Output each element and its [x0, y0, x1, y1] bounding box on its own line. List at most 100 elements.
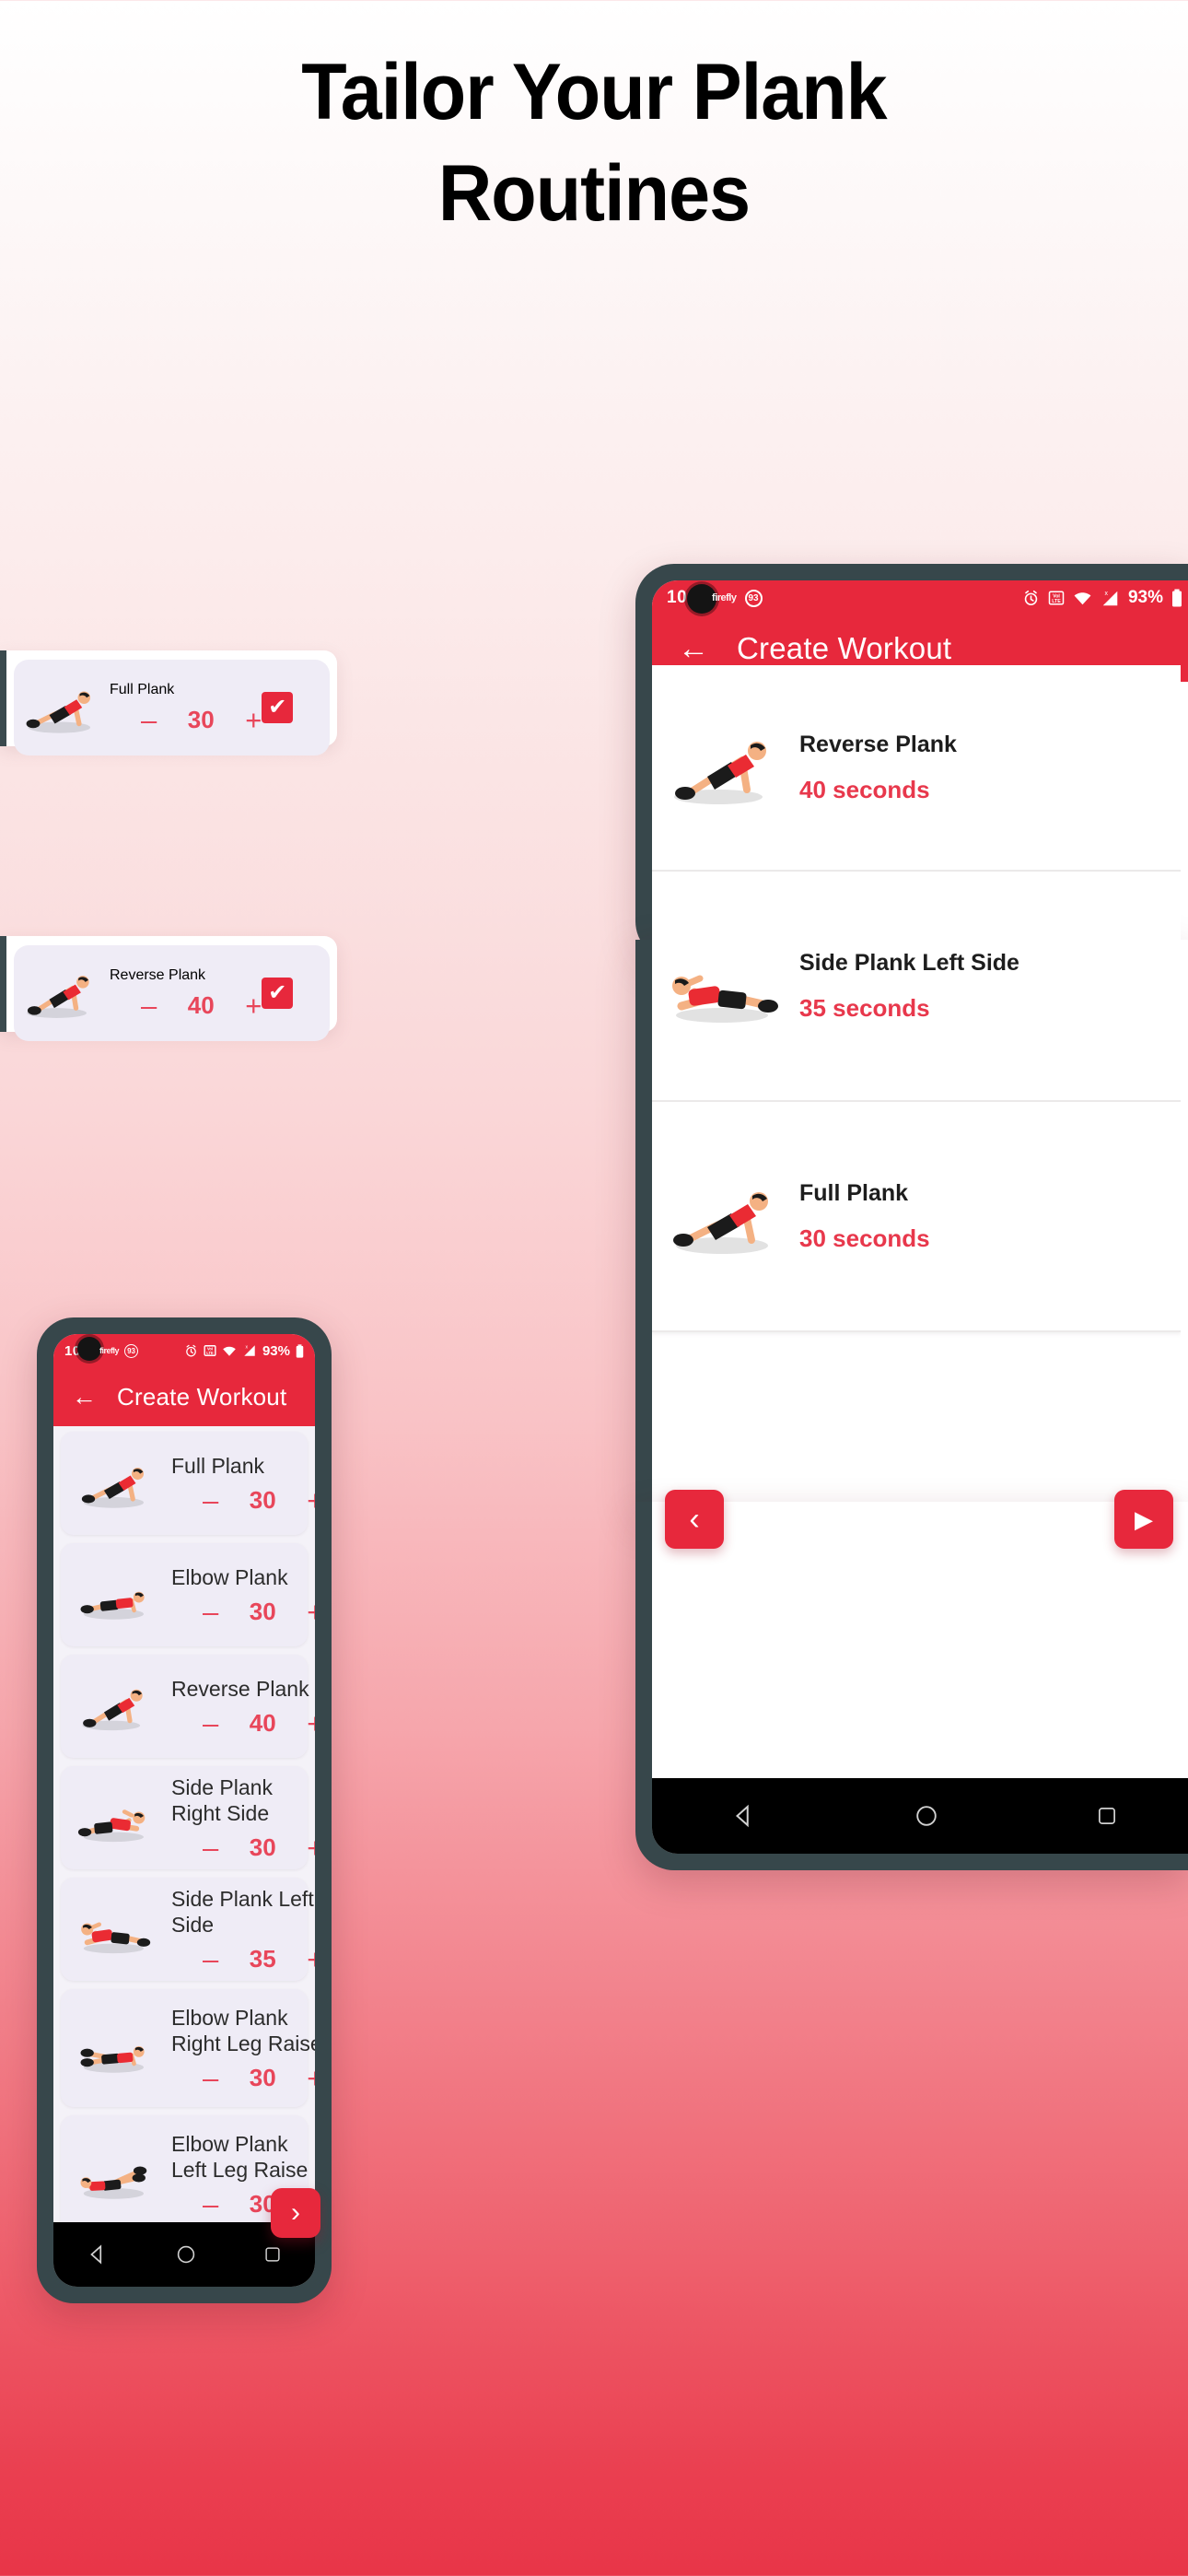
exercise-row[interactable]: Reverse Plank 40 seconds [652, 665, 1181, 872]
headline-line-2: Routines [437, 149, 751, 238]
right-phone-exercise-list: Reverse Plank 40 seconds Side Plank Left… [652, 665, 1181, 1421]
exercise-name: Elbow Plank Right Leg Raise [171, 2005, 315, 2055]
app-bar-title: Create Workout [117, 1382, 287, 1411]
increase-duration-button[interactable]: + [307, 1709, 315, 1738]
exercise-row[interactable]: Side Plank Right Side – 30 + [61, 1766, 315, 1869]
increase-duration-button[interactable]: + [307, 1598, 315, 1626]
duration-stepper: – 40 + [171, 1709, 315, 1738]
decrease-duration-button[interactable]: – [203, 2064, 218, 2092]
exercise-illustration [652, 943, 799, 1028]
increase-duration-button[interactable]: + [307, 1945, 315, 1973]
full-plank-figure-icon [81, 1468, 144, 1508]
decrease-duration-button[interactable]: – [203, 1833, 218, 1862]
exercise-name: Side Plank Left Side [799, 949, 1019, 976]
circle-home-icon[interactable] [175, 2243, 197, 2266]
exercise-name: Reverse Plank [799, 731, 957, 757]
square-recents-icon[interactable] [1095, 1804, 1119, 1828]
duration-stepper: – 30 + [171, 1833, 315, 1862]
duration-stepper: – 30 + [171, 1598, 315, 1626]
elbow-leg-raise-left-figure-icon [80, 2166, 147, 2199]
exercise-name: Elbow Plank Left Leg Raise [171, 2131, 309, 2182]
back-arrow-icon[interactable]: ← [678, 633, 709, 664]
exercise-row[interactable]: Elbow Plank Right Leg Raise – 30 + [61, 1989, 315, 2107]
svg-text:x: x [246, 1344, 249, 1350]
exercise-illustration [61, 1679, 171, 1734]
circle-home-icon[interactable] [914, 1803, 939, 1829]
decrease-duration-button[interactable]: – [203, 1945, 218, 1973]
duration-value: 30 [249, 1485, 276, 1514]
exercise-row[interactable]: Side Plank Left Side 35 seconds [652, 872, 1181, 1102]
notification-count-badge: 93 [124, 1343, 139, 1358]
right-phone-bottom [635, 1502, 1188, 1870]
decrease-duration-button[interactable]: – [203, 2190, 218, 2219]
left-title-bar: ← Create Workout [53, 1367, 315, 1426]
previous-exercise-button[interactable]: ‹ [665, 1490, 724, 1549]
cellular-signal-icon: x [244, 1344, 255, 1356]
firefly-app-icon: firefly [712, 592, 737, 603]
exercise-row[interactable]: Elbow Plank – 30 + [61, 1543, 315, 1646]
cellular-signal-icon: x [1102, 591, 1118, 605]
left-status-bar: 10:5 firefly 93 VoILTE x 93% [53, 1334, 315, 1367]
back-arrow-icon[interactable]: ← [72, 1384, 97, 1410]
alarm-clock-icon [186, 1344, 196, 1356]
exercise-name: Side Plank Left Side [171, 1886, 314, 1937]
exercise-checkbox[interactable] [262, 692, 294, 723]
increase-duration-button[interactable]: + [245, 991, 262, 1020]
notification-count-badge: 93 [744, 589, 763, 607]
increase-duration-button[interactable]: + [307, 2064, 315, 2092]
battery-icon [1172, 589, 1182, 607]
exercise-name: Reverse Plank [171, 1676, 309, 1701]
exercise-duration: 35 seconds [799, 993, 930, 1022]
left-app-bar: 10:5 firefly 93 VoILTE x 93% ← Create Wo… [53, 1334, 315, 1426]
duration-stepper: – 30 + [110, 706, 262, 734]
decrease-duration-button[interactable]: – [203, 1598, 218, 1626]
exercise-illustration [14, 965, 110, 1022]
duration-value: 40 [249, 1708, 276, 1737]
floating-exercise-card[interactable]: Full Plank – 30 + [0, 650, 337, 755]
firefly-app-icon: firefly [99, 1346, 120, 1355]
exercise-illustration [61, 2147, 171, 2202]
battery-percent-label: 93% [1127, 588, 1163, 607]
triangle-back-icon[interactable] [86, 2242, 110, 2266]
triangle-back-icon[interactable] [730, 1802, 758, 1830]
full-plank-figure-icon [26, 691, 90, 733]
chevron-left-icon: ‹ [689, 1502, 700, 1537]
duration-stepper: – 40 + [110, 991, 262, 1020]
exercise-row[interactable]: Reverse Plank – 40 + [61, 1655, 315, 1758]
floating-exercise-card[interactable]: Reverse Plank – 40 + [0, 936, 337, 1041]
exercise-row[interactable]: Full Plank 30 seconds [652, 1102, 1181, 1332]
battery-percent-label: 93% [262, 1342, 290, 1359]
increase-duration-button[interactable]: + [307, 1833, 315, 1862]
duration-value: 40 [187, 990, 215, 1019]
exercise-name: Elbow Plank [171, 1564, 288, 1589]
left-phone-mockup: 10:5 firefly 93 VoILTE x 93% ← Create Wo… [37, 1317, 332, 2303]
battery-icon [296, 1343, 304, 1358]
increase-duration-button[interactable]: + [245, 706, 262, 734]
right-status-bar: 10:5 firefly 93 VoI LTE x 93% [652, 580, 1188, 615]
decrease-duration-button[interactable]: – [141, 706, 157, 734]
exercise-illustration [61, 1567, 171, 1622]
left-phone-exercise-list: Full Plank – 30 + [53, 1426, 315, 2222]
square-recents-icon[interactable] [262, 2244, 283, 2265]
right-phone-screen-bottom [652, 1502, 1188, 1854]
reverse-plank-figure-icon [674, 742, 766, 804]
duration-stepper: – 35 + [171, 1945, 315, 1973]
exercise-checkbox[interactable] [262, 978, 294, 1009]
increase-duration-button[interactable]: + [307, 1486, 315, 1515]
decrease-duration-button[interactable]: – [203, 1709, 218, 1738]
play-workout-button[interactable]: ▶ [1114, 1490, 1173, 1549]
elbow-leg-raise-right-figure-icon [80, 2046, 145, 2073]
camera-punch-hole [77, 1337, 101, 1361]
decrease-duration-button[interactable]: – [141, 991, 157, 1020]
svg-text:LTE: LTE [206, 1351, 214, 1355]
left-phone-screen: 10:5 firefly 93 VoILTE x 93% ← Create Wo… [53, 1334, 315, 2287]
duration-value: 35 [249, 1944, 276, 1973]
exercise-row[interactable]: Full Plank – 30 + [61, 1432, 315, 1535]
exercise-illustration [652, 725, 799, 810]
duration-value: 30 [249, 1597, 276, 1625]
decrease-duration-button[interactable]: – [203, 1486, 218, 1515]
next-step-button[interactable]: › [271, 2188, 320, 2238]
full-plank-figure-icon [673, 1192, 768, 1254]
duration-value: 30 [249, 2063, 276, 2091]
exercise-row[interactable]: Side Plank Left Side – 35 + [61, 1878, 315, 1981]
